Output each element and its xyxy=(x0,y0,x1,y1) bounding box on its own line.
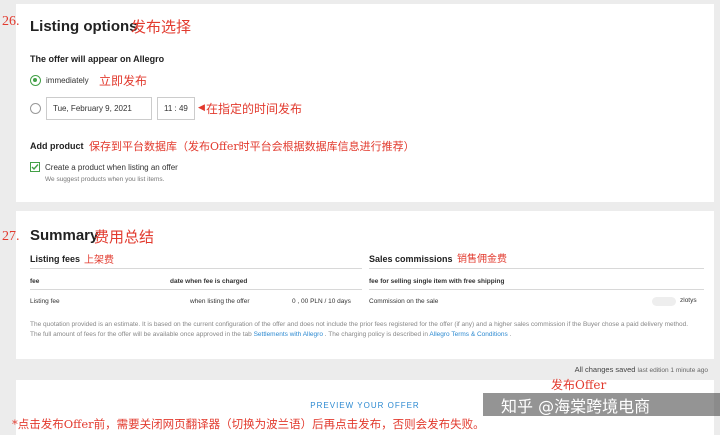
date-field-value: Tue, February 9, 2021 xyxy=(53,104,132,113)
add-product-label: Add product xyxy=(30,141,84,151)
sales-commissions-header-divider xyxy=(369,289,704,290)
listing-fee-row-amount: 0 , 00 PLN / 10 days xyxy=(292,298,351,305)
publish-offer-cn: 发布Offer xyxy=(551,378,607,392)
disclaimer-text-2: . The charging policy is described in xyxy=(324,331,428,338)
option-immediately-cn: 立即发布 xyxy=(99,74,148,88)
sales-commissions-title: Sales commissions xyxy=(369,254,453,264)
radio-immediately[interactable] xyxy=(30,75,41,86)
arrow-left-icon: ◀ xyxy=(198,103,205,113)
settlements-link[interactable]: Settlements with Allegro xyxy=(254,331,323,338)
create-product-label: Create a product when listing an offer xyxy=(45,163,178,172)
preview-offer-button[interactable]: PREVIEW YOUR OFFER xyxy=(300,401,430,410)
summary-title-cn: 费用总结 xyxy=(94,228,155,246)
listing-options-title: Listing options xyxy=(30,18,138,35)
listing-fee-row-date: when listing the offer xyxy=(190,298,250,305)
listing-fees-col-date: date when fee is charged xyxy=(170,278,248,285)
create-product-checkbox[interactable] xyxy=(30,162,40,172)
zhihu-watermark: 知乎 @海棠跨境电商 xyxy=(483,393,720,416)
date-field[interactable]: Tue, February 9, 2021 xyxy=(46,97,152,120)
scheduled-cn: 在指定的时间发布 xyxy=(206,102,303,116)
disclaimer-text-3: . xyxy=(509,331,512,338)
checkmark-icon xyxy=(31,164,39,171)
listing-fees-header-divider xyxy=(30,289,362,290)
save-status-text: All changes saved xyxy=(574,365,636,374)
time-field[interactable]: 11 : 49 xyxy=(157,97,195,120)
terms-link[interactable]: Allegro Terms & Conditions xyxy=(429,331,507,338)
summary-title: Summary xyxy=(30,227,99,244)
create-product-hint: We suggest products when you list items. xyxy=(45,176,165,183)
save-status: All changes saved last edition 1 minute … xyxy=(575,365,708,374)
step-number-27: 27. xyxy=(2,229,20,244)
publish-note-cn: *点击发布Offer前，需要关闭网页翻译器（切换为波兰语）后再点击发布，否则会发… xyxy=(12,417,485,431)
listing-fees-col-fee: fee xyxy=(30,278,40,285)
last-edition-text: last edition 1 minute ago xyxy=(637,367,708,374)
sales-commissions-title-cn: 销售佣金费 xyxy=(457,254,507,265)
commission-value-placeholder xyxy=(652,297,676,306)
add-product-cn: 保存到平台数据库（发布Offer时平台会根据数据库信息进行推荐） xyxy=(89,140,415,153)
time-field-value: 11 : 49 xyxy=(164,104,188,113)
step-number-26: 26. xyxy=(2,14,20,29)
listing-fees-title: Listing fees xyxy=(30,254,81,264)
commission-row-label: Commission on the sale xyxy=(369,298,439,305)
sales-commissions-divider xyxy=(369,268,704,269)
listing-fee-row-label: Listing fee xyxy=(30,298,60,305)
listing-fees-title-cn: 上架费 xyxy=(84,255,114,266)
fees-disclaimer: The quotation provided is an estimate. I… xyxy=(30,320,700,340)
radio-scheduled[interactable] xyxy=(30,103,41,114)
offer-appear-label: The offer will appear on Allegro xyxy=(30,54,165,64)
option-immediately-label: immediately xyxy=(46,76,89,85)
sales-commissions-col: fee for selling single item with free sh… xyxy=(369,278,505,285)
commission-row-unit: zlotys xyxy=(680,297,697,304)
listing-fees-divider xyxy=(30,268,362,269)
listing-options-title-cn: 发布选择 xyxy=(131,18,192,36)
